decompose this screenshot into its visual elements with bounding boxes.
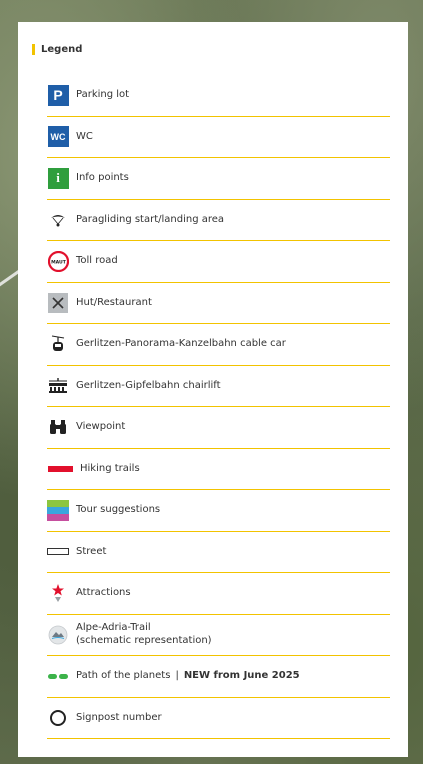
tour-suggestion-lines (47, 499, 69, 521)
new-badge-text: NEW from June 2025 (183, 670, 300, 681)
legend-item-hiking-trails: Hiking trails (47, 449, 390, 490)
paraglider-icon (47, 209, 69, 231)
separator: | (175, 670, 179, 681)
legend-item-info: i Info points (47, 158, 390, 200)
wc-sign-icon: WC (47, 126, 69, 148)
street-line (47, 541, 69, 563)
legend-label: Toll road (76, 255, 118, 266)
legend-sub-label: (schematic representation) (76, 634, 212, 646)
legend-title: Legend (32, 44, 82, 55)
attraction-star-icon (47, 582, 69, 604)
binoculars-icon (47, 416, 69, 438)
legend-item-tour-suggestions: Tour suggestions (47, 490, 390, 532)
legend-label: Parking lot (76, 89, 130, 100)
legend-title-text: Legend (41, 44, 83, 55)
legend-item-paragliding: Paragliding start/landing area (47, 200, 390, 241)
legend-label: Attractions (76, 587, 131, 598)
legend-item-parking: P Parking lot (47, 75, 390, 117)
legend-label: WC (76, 130, 93, 142)
legend-item-signpost: Signpost number (47, 698, 390, 739)
signpost-circle-icon (47, 707, 69, 729)
toll-road-sign-icon: MAUT (47, 250, 69, 272)
legend-label: Hiking trails (80, 462, 140, 474)
legend-label: Alpe-Adria-Trail (76, 622, 151, 634)
legend-label: Path of the planets (76, 670, 171, 681)
legend-label: Street (76, 545, 107, 557)
legend-list: P Parking lot WC WC i Info points Paragl… (47, 75, 390, 739)
legend-item-viewpoint: Viewpoint (47, 407, 390, 449)
legend-item-street: Street (47, 532, 390, 573)
legend-label: Signpost number (76, 711, 162, 723)
legend-label: Viewpoint (76, 421, 126, 432)
legend-panel: Legend P Parking lot WC WC i Info points (18, 22, 408, 757)
legend-label: Gerlitzen-Panorama-Kanzelbahn cable car (76, 338, 286, 349)
legend-item-cable-car: Gerlitzen-Panorama-Kanzelbahn cable car (47, 324, 390, 366)
legend-item-attractions: Attractions (47, 573, 390, 615)
legend-label: Paragliding start/landing area (76, 213, 225, 225)
hut-restaurant-icon (47, 292, 69, 314)
info-sign-icon: i (47, 167, 69, 189)
legend-item-wc: WC WC (47, 117, 390, 158)
hiking-trail-line (47, 458, 73, 480)
legend-label: Info points (76, 172, 129, 183)
planets-path-line (47, 665, 69, 687)
cable-car-icon (47, 333, 69, 355)
title-accent-bar (32, 44, 35, 55)
legend-label: Hut/Restaurant (76, 296, 152, 308)
alpe-adria-trail-icon (47, 624, 69, 646)
legend-label: Tour suggestions (76, 504, 161, 515)
legend-label: Gerlitzen-Gipfelbahn chairlift (76, 379, 221, 391)
legend-item-path-of-planets: Path of the planets | NEW from June 2025 (47, 656, 390, 698)
legend-item-toll-road: MAUT Toll road (47, 241, 390, 283)
chairlift-icon (47, 375, 69, 397)
legend-item-chairlift: Gerlitzen-Gipfelbahn chairlift (47, 366, 390, 407)
legend-item-alpe-adria-trail: Alpe-Adria-Trail (schematic representati… (47, 615, 390, 656)
legend-item-hut: Hut/Restaurant (47, 283, 390, 324)
parking-sign-icon: P (47, 84, 69, 106)
svg-text:MAUT: MAUT (51, 259, 67, 265)
